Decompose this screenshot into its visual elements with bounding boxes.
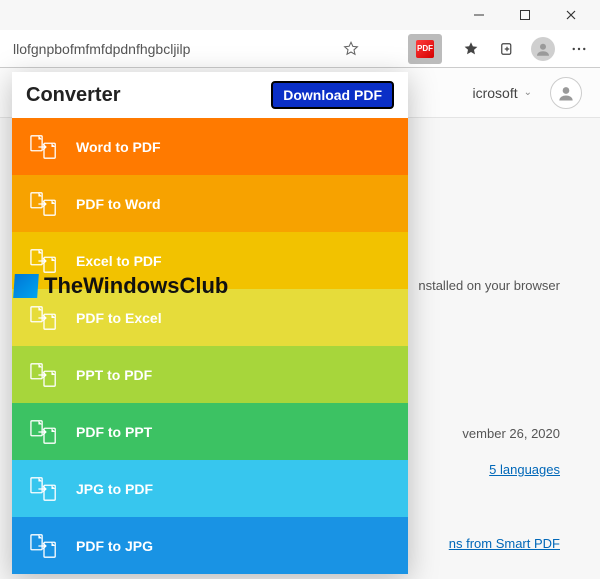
window-title-bar <box>0 0 600 30</box>
conversion-item[interactable]: Word to PDF <box>12 118 408 175</box>
browser-toolbar: llofgnpbofmfmfdpdnfhgbcljilp PDF <box>0 30 600 68</box>
popup-header: Converter Download PDF <box>12 72 408 118</box>
conversion-item[interactable]: PDF to JPG <box>12 517 408 574</box>
conversion-item-label: PPT to PDF <box>76 367 152 383</box>
favorites-star-icon[interactable] <box>454 34 488 64</box>
minimize-button[interactable] <box>456 0 502 30</box>
page-avatar-icon[interactable] <box>550 77 582 109</box>
extension-pdf-icon[interactable]: PDF <box>408 34 442 64</box>
conversion-item-label: PDF to Excel <box>76 310 162 326</box>
close-button[interactable] <box>548 0 594 30</box>
languages-link[interactable]: 5 languages <box>489 462 560 477</box>
file-convert-icon <box>30 475 58 503</box>
star-outline-icon[interactable] <box>334 34 368 64</box>
file-convert-icon <box>30 190 58 218</box>
converter-popup: Converter Download PDF Word to PDF PDF to… <box>12 72 408 574</box>
popup-title: Converter <box>26 84 120 107</box>
update-date: vember 26, 2020 <box>462 426 560 441</box>
file-convert-icon <box>30 133 58 161</box>
more-menu-icon[interactable] <box>562 34 596 64</box>
conversion-item-label: PDF to JPG <box>76 538 153 554</box>
conversion-item-label: PDF to Word <box>76 196 161 212</box>
extensions-link[interactable]: ns from Smart PDF <box>449 536 560 551</box>
file-convert-icon <box>30 532 58 560</box>
conversion-item-label: JPG to PDF <box>76 481 153 497</box>
conversion-item[interactable]: PDF to PPT <box>12 403 408 460</box>
file-convert-icon <box>30 304 58 332</box>
file-convert-icon <box>30 418 58 446</box>
file-convert-icon <box>30 361 58 389</box>
conversion-item[interactable]: PPT to PDF <box>12 346 408 403</box>
microsoft-label[interactable]: icrosoft ⌄ <box>472 85 532 101</box>
watermark-logo-icon <box>13 274 39 298</box>
address-bar[interactable]: llofgnpbofmfmfdpdnfhgbcljilp <box>4 36 334 62</box>
profile-avatar-icon[interactable] <box>526 34 560 64</box>
chevron-down-icon: ⌄ <box>524 87 532 98</box>
conversion-item[interactable]: PDF to Word <box>12 175 408 232</box>
download-pdf-button[interactable]: Download PDF <box>271 81 394 109</box>
file-convert-icon <box>30 247 58 275</box>
conversion-item-label: Word to PDF <box>76 139 161 155</box>
conversion-item[interactable]: JPG to PDF <box>12 460 408 517</box>
installed-hint: nstalled on your browser <box>418 278 560 293</box>
conversion-item-label: Excel to PDF <box>76 253 162 269</box>
maximize-button[interactable] <box>502 0 548 30</box>
conversion-item-label: PDF to PPT <box>76 424 152 440</box>
collections-icon[interactable] <box>490 34 524 64</box>
watermark: TheWindowsClub <box>14 273 228 299</box>
conversion-list: Word to PDF PDF to Word Excel to PDF PDF to… <box>12 118 408 574</box>
